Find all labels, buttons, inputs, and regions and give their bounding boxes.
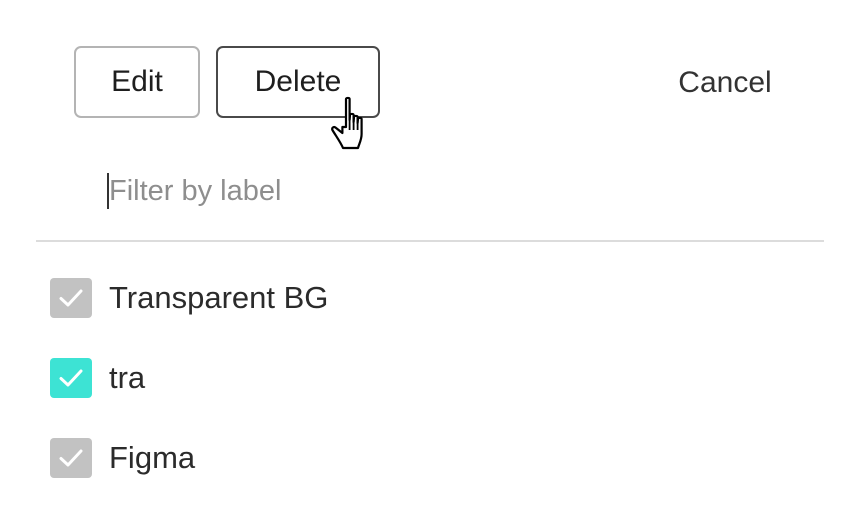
label-name: Transparent BG <box>109 280 329 315</box>
checkmark-icon <box>59 449 83 467</box>
label-list: Transparent BG tra Figma <box>50 258 328 498</box>
text-caret <box>107 173 109 209</box>
label-item-transparent-bg[interactable]: Transparent BG <box>50 258 328 338</box>
edit-button[interactable]: Edit <box>74 46 200 118</box>
divider <box>36 240 824 242</box>
label-item-tra[interactable]: tra <box>50 338 328 418</box>
label-item-figma[interactable]: Figma <box>50 418 328 498</box>
checkbox[interactable] <box>50 438 92 478</box>
checkbox[interactable] <box>50 358 92 398</box>
filter-field[interactable] <box>106 166 706 216</box>
filter-input[interactable] <box>106 166 706 216</box>
checkmark-icon <box>59 369 83 387</box>
hand-pointer-icon <box>331 96 363 150</box>
label-name: Figma <box>109 440 196 475</box>
checkmark-icon <box>59 289 83 307</box>
cancel-button[interactable]: Cancel <box>660 58 790 108</box>
label-name: tra <box>109 360 146 395</box>
checkbox[interactable] <box>50 278 92 318</box>
